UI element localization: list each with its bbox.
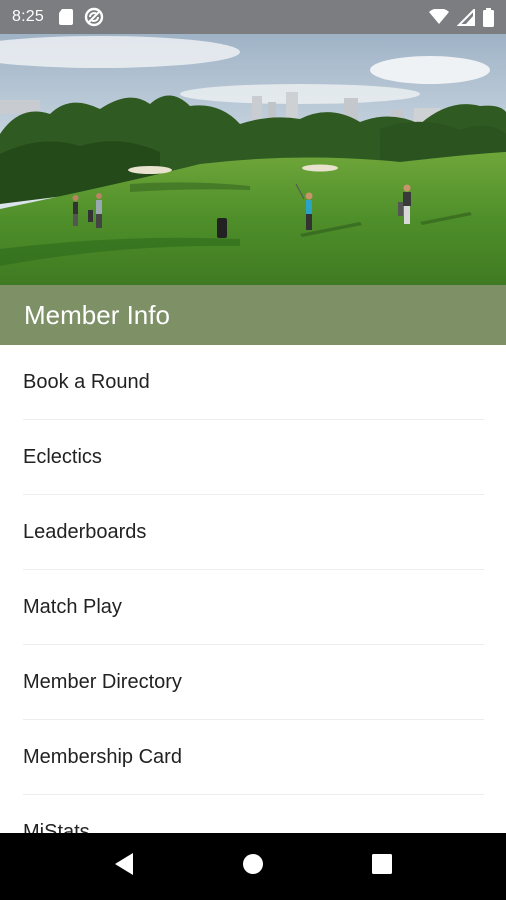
menu-item-label: Book a Round (23, 370, 150, 393)
menu-item-label: MiStats (23, 820, 90, 834)
sync-icon (84, 7, 104, 27)
menu-item-mistats[interactable]: MiStats (23, 795, 484, 834)
back-button[interactable] (104, 847, 144, 887)
menu-item-label: Leaderboards (23, 520, 147, 543)
home-button[interactable] (233, 847, 273, 887)
menu-item-label: Eclectics (23, 445, 102, 468)
menu-item-leaderboards[interactable]: Leaderboards (23, 495, 484, 570)
menu-item-label: Membership Card (23, 745, 182, 768)
menu-item-label: Member Directory (23, 670, 182, 693)
menu-item-label: Match Play (23, 595, 122, 618)
member-info-menu[interactable]: Book a Round Eclectics Leaderboards Matc… (0, 345, 506, 833)
sd-card-icon (58, 8, 74, 26)
menu-item-match-play[interactable]: Match Play (23, 570, 484, 645)
recents-icon (371, 854, 392, 879)
signal-icon (457, 8, 475, 26)
menu-item-eclectics[interactable]: Eclectics (23, 420, 484, 495)
status-time: 8:25 (12, 8, 44, 25)
section-title: Member Info (24, 299, 170, 330)
back-icon (113, 852, 135, 881)
menu-item-membership-card[interactable]: Membership Card (23, 720, 484, 795)
menu-item-book-a-round[interactable]: Book a Round (23, 345, 484, 420)
menu-item-member-directory[interactable]: Member Directory (23, 645, 484, 720)
status-left-icons (58, 7, 104, 27)
hero-golf-course-image (0, 34, 506, 285)
status-bar: 8:25 (0, 0, 506, 34)
recents-button[interactable] (362, 847, 402, 887)
home-icon (242, 853, 264, 880)
navigation-bar (0, 833, 506, 900)
battery-icon (483, 7, 494, 27)
section-header: Member Info (0, 285, 506, 345)
wifi-icon (429, 9, 449, 25)
status-right-icons (429, 7, 494, 27)
